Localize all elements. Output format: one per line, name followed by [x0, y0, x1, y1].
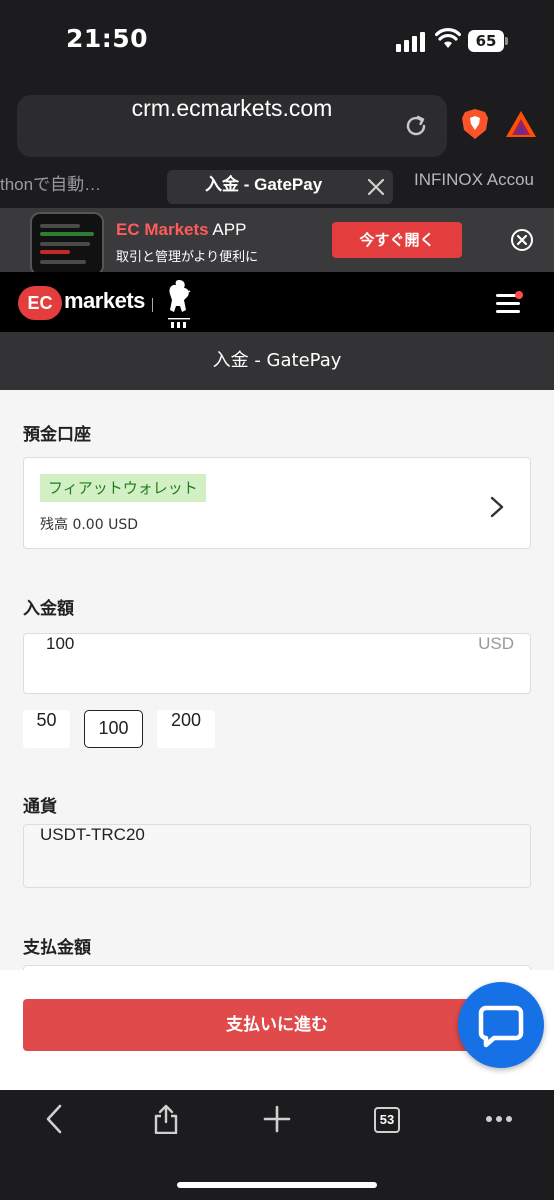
preset-amount-100[interactable]: 100 — [84, 710, 143, 748]
notification-dot-icon — [515, 291, 523, 299]
tab-3[interactable]: INFINOX Accou — [414, 170, 534, 204]
cellular-signal-icon — [396, 32, 425, 52]
more-icon[interactable] — [484, 1104, 514, 1134]
home-indicator — [177, 1182, 377, 1188]
deposit-form: 預金口座 フィアットウォレット 残高 0.00 USD 入金額 100 USD … — [0, 390, 554, 970]
preset-amount-200[interactable]: 200 — [157, 710, 215, 748]
proceed-to-payment-button[interactable]: 支払いに進む — [23, 999, 531, 1051]
tabs-count-button[interactable]: 53 — [374, 1107, 400, 1133]
preset-amount-50[interactable]: 50 — [23, 710, 70, 748]
browser-toolbar: 53 — [0, 1090, 554, 1200]
status-time: 21:50 — [66, 24, 149, 53]
tab-strip: thonで自動… 入金 - GatePay INFINOX Accou — [0, 164, 554, 208]
deposit-account-label: 預金口座 — [23, 425, 91, 445]
status-bar: 21:50 65 — [0, 0, 554, 82]
tab-1[interactable]: thonで自動… — [0, 170, 101, 204]
currency-field[interactable]: USDT-TRC20 — [23, 824, 531, 888]
amount-value: 100 — [46, 634, 75, 653]
logo-divider — [152, 298, 153, 312]
back-icon[interactable] — [40, 1104, 70, 1134]
banner-title: EC Markets APP — [116, 220, 246, 240]
deposit-amount-label: 入金額 — [23, 599, 74, 619]
new-tab-icon[interactable] — [262, 1104, 292, 1134]
address-bar[interactable]: crm.ecmarkets.com — [17, 95, 447, 157]
reload-icon[interactable] — [403, 113, 429, 139]
payment-amount-label: 支払金額 — [23, 938, 91, 958]
wallet-balance: 残高 0.00 USD — [40, 517, 138, 533]
open-app-button[interactable]: 今すぐ開く — [332, 222, 462, 258]
url-text: crm.ecmarkets.com — [131, 95, 333, 121]
wallet-name-badge: フィアットウォレット — [40, 474, 206, 502]
close-banner-icon[interactable] — [510, 228, 534, 252]
lfc-liverbird-icon — [168, 280, 191, 328]
app-phone-image — [30, 212, 104, 272]
currency-value: USDT-TRC20 — [40, 825, 145, 844]
chat-bubble-icon — [478, 1005, 524, 1048]
close-tab-icon[interactable] — [367, 178, 385, 196]
amount-input[interactable]: 100 USD — [23, 633, 531, 694]
currency-label: 通貨 — [23, 797, 57, 817]
brave-shield-icon[interactable] — [460, 108, 490, 140]
brave-rewards-icon[interactable] — [505, 110, 537, 138]
wallet-selector[interactable]: フィアットウォレット 残高 0.00 USD — [23, 457, 531, 549]
tab-2-active[interactable]: 入金 - GatePay — [167, 170, 393, 204]
banner-subtitle: 取引と管理がより便利に — [116, 250, 259, 265]
battery-icon: 65 — [468, 30, 508, 52]
chevron-right-icon — [490, 496, 504, 518]
banner-brand: EC Markets — [116, 220, 209, 239]
tab-2-label: 入金 - GatePay — [205, 175, 323, 194]
share-icon[interactable] — [151, 1104, 181, 1134]
address-bar-row: crm.ecmarkets.com — [0, 82, 554, 164]
page-title: 入金 - GatePay — [0, 332, 554, 390]
battery-level: 65 — [468, 30, 504, 52]
logo-markets: markets — [64, 288, 145, 313]
live-chat-button[interactable] — [458, 982, 544, 1068]
banner-app: APP — [212, 220, 247, 239]
wifi-icon — [435, 28, 461, 48]
app-download-banner: EC Markets APP 取引と管理がより便利に 今すぐ開く — [0, 208, 554, 272]
site-header: EC markets — [0, 272, 554, 332]
amount-unit: USD — [478, 634, 514, 653]
logo-ec: EC — [18, 286, 62, 320]
